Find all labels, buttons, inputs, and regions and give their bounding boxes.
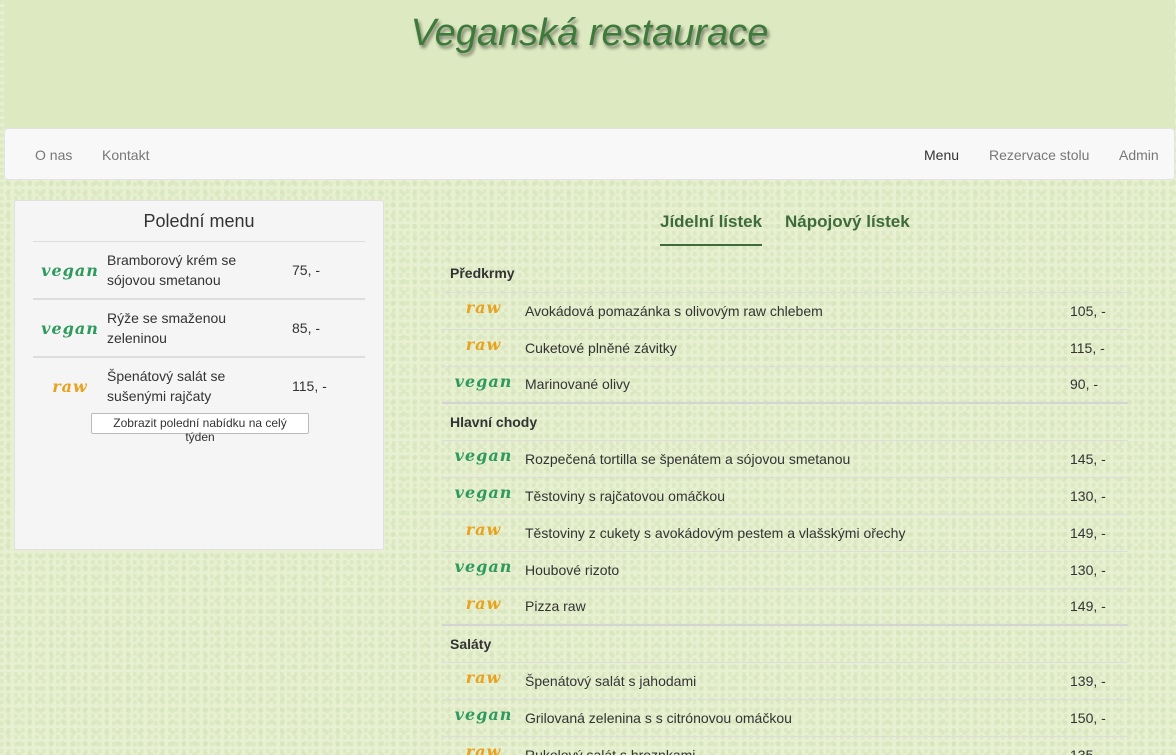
vegan-tag-icon: vegan [454,483,513,502]
site-title: Veganská restaurace [410,12,769,54]
menu-item-name: Cuketové plněné závitky [525,339,677,356]
nav-contact[interactable]: Kontakt [102,147,149,163]
page-header: Veganská restaurace [4,0,1175,128]
raw-tag-icon: raw [465,335,502,354]
menu-item-price: 139, - [1070,672,1106,689]
menu-row: vegan Marinované olivy 90, - [442,366,1128,403]
nav-about[interactable]: O nas [35,147,72,163]
menu-item-price: 149, - [1070,524,1106,541]
menu-row: vegan Houbové rizoto 130, - [442,551,1128,588]
menu-item-price: 135, - [1070,746,1106,755]
navbar: O nas Kontakt Menu Rezervace stolu Admin [4,128,1175,180]
menu-item-name: Houbové rizoto [525,561,620,578]
vegan-tag-icon: vegan [454,705,513,724]
menu-section-header: Předkrmy [442,255,1128,292]
lunch-item-name: Bramborový krém se sójovou smetanou [107,252,237,288]
lunch-row: vegan Bramborový krém se sójovou smetanou… [33,241,365,299]
menu-item-name: Marinované olivy [525,376,631,393]
menu-row: vegan Grilovaná zelenina s s citrónovou o… [442,699,1128,736]
menu-item-price: 130, - [1070,487,1106,504]
raw-tag-icon: raw [465,742,502,755]
lunch-item-name: Rýže se smaženou zeleninou [107,310,227,346]
vegan-tag-icon: vegan [454,557,513,576]
raw-tag-icon: raw [52,376,88,396]
menu-item-name: Těstoviny s rajčatovou omáčkou [525,487,725,504]
menu-section-header: Saláty [442,625,1128,662]
menu-item-name: Grilovaná zelenina s s citrónovou omáčko… [525,709,792,726]
raw-tag-icon: raw [465,668,502,687]
menu-item-price: 149, - [1070,598,1106,615]
lunch-item-price: 75, - [292,262,321,278]
menu-row: vegan Těstoviny s rajčatovou omáčkou 130, … [442,477,1128,514]
menu-section-title: Saláty [450,635,492,652]
menu-row: raw Špenátový salát s jahodami 139, - [442,662,1128,699]
lunch-item-price: 85, - [292,320,321,336]
menu-row: raw Rukolový salát s hroznkami 135, - [442,736,1128,755]
menu-item-name: Špenátový salát s jahodami [525,672,697,689]
menu-item-price: 145, - [1070,450,1106,467]
menu-tabs: Jídelní lístek Nápojový lístek [442,200,1128,250]
lunch-menu-table: vegan Bramborový krém se sójovou smetanou… [33,241,365,414]
lunch-menu-panel: Polední menu vegan Bramborový krém se sój… [14,200,384,550]
menu-item-name: Rozpečená tortilla se špenátem a sójovou… [525,450,851,467]
menu-item-price: 105, - [1070,302,1106,319]
menu-section-title: Hlavní chody [450,413,538,430]
lunch-row: raw Špenátový salát se sušenými rajčaty 11… [33,357,365,414]
tab-food-menu[interactable]: Jídelní lístek [660,212,763,246]
lunch-row: vegan Rýže se smaženou zeleninou 85, - [33,299,365,357]
menu-item-name: Pizza raw [525,598,586,615]
nav-admin[interactable]: Admin [1119,147,1159,163]
vegan-tag-icon: vegan [454,446,513,465]
menu-section-header: Hlavní chody [442,403,1128,440]
menu-item-name: Rukolový salát s hroznkami [525,746,696,755]
raw-tag-icon: raw [465,298,502,317]
nav-menu[interactable]: Menu [924,147,959,163]
menu-item-name: Těstoviny z cukety s avokádovým pestem a… [525,524,906,541]
lunch-item-price: 115, - [292,378,327,394]
menu-item-price: 130, - [1070,561,1106,578]
lunch-item-name: Špenátový salát se sušenými rajčaty [107,368,226,404]
vegan-tag-icon: vegan [41,260,99,280]
menu-row: raw Avokádová pomazánka s olivovým raw ch… [442,292,1128,329]
menu-row: raw Těstoviny z cukety s avokádovým peste… [442,514,1128,551]
nav-reservation[interactable]: Rezervace stolu [989,147,1089,163]
tab-drinks-menu[interactable]: Nápojový lístek [785,212,910,232]
raw-tag-icon: raw [465,520,502,539]
food-menu-table: Předkrmy raw Avokádová pomazánka s olivový… [442,255,1128,755]
vegan-tag-icon: vegan [41,318,99,338]
vegan-tag-icon: vegan [454,371,513,391]
menu-item-price: 150, - [1070,709,1106,726]
lunch-menu-title: Polední menu [143,211,255,231]
menu-row: vegan Rozpečená tortilla se špenátem a só… [442,440,1128,477]
menu-item-name: Avokádová pomazánka s olivovým raw chleb… [525,302,823,319]
menu-row: raw Pizza raw 149, - [442,588,1128,625]
raw-tag-icon: raw [465,593,502,613]
menu-section-title: Předkrmy [450,265,515,282]
menu-item-price: 90, - [1070,376,1099,393]
menu-row: raw Cuketové plněné závitky 115, - [442,329,1128,366]
menu-item-price: 115, - [1070,339,1105,356]
show-week-menu-button[interactable]: Zobrazit polední nabídku na celý týden [91,413,309,444]
